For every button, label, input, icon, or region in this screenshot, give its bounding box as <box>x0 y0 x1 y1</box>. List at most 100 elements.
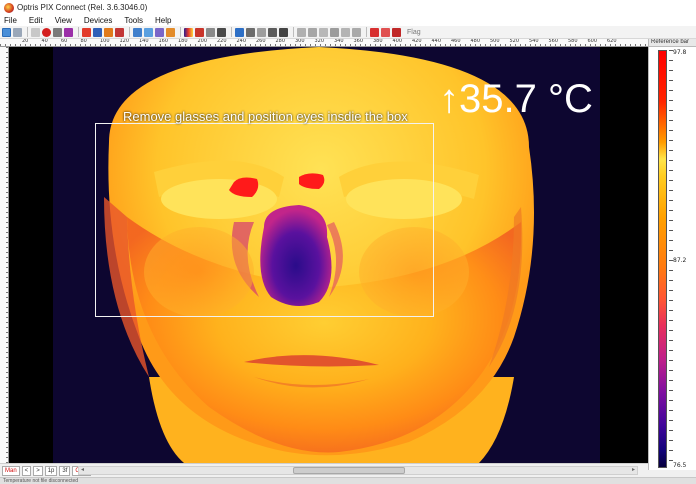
ruler-tick-label: 360 <box>353 39 364 44</box>
title-bar: Optris PIX Connect (Rel. 3.6.3046.0) <box>0 0 696 15</box>
toolbar: Flag <box>0 26 696 39</box>
measure-icon[interactable] <box>235 27 244 37</box>
alarm-1-icon[interactable] <box>370 27 379 37</box>
menu-tools[interactable]: Tools <box>123 16 144 25</box>
tools-icon[interactable] <box>279 27 288 37</box>
ruler-tick-label: 600 <box>587 39 598 44</box>
snapshot-icon[interactable] <box>64 27 73 37</box>
menu-file[interactable]: File <box>3 16 18 25</box>
save-icon[interactable] <box>13 27 22 37</box>
view-1-icon[interactable] <box>297 27 306 37</box>
histogram-icon[interactable] <box>155 27 164 37</box>
temp-icon[interactable] <box>206 27 215 37</box>
ruler-tick-label: 20 <box>22 39 29 44</box>
ruler-tick-label: 320 <box>314 39 325 44</box>
temperature-readout: ↑35.7 °C <box>439 77 593 121</box>
toolbar-separator <box>180 27 181 37</box>
layout-1-icon[interactable] <box>82 27 91 37</box>
scroll-thumb[interactable] <box>293 467 405 474</box>
menu-help[interactable]: Help <box>154 16 172 25</box>
ruler-left <box>0 47 9 463</box>
reference-color-bar[interactable] <box>658 50 667 468</box>
reference-max-value: 97.8 <box>673 49 687 56</box>
ruler-tick-label: 240 <box>236 39 247 44</box>
ruler-tick-label: 80 <box>80 39 87 44</box>
one-p-button[interactable]: 1p <box>44 465 58 476</box>
ruler-tick-label: 280 <box>275 39 286 44</box>
layout-2-icon[interactable] <box>93 27 102 37</box>
ruler-tick-label: 160 <box>158 39 169 44</box>
instruction-label: Remove glasses and position eyes insdie … <box>123 109 408 124</box>
toolbar-separator <box>366 27 367 37</box>
zoom-fit-icon[interactable] <box>257 27 266 37</box>
menu-devices[interactable]: Devices <box>83 16 113 25</box>
toolbar-separator <box>293 27 294 37</box>
view-5-icon[interactable] <box>341 27 350 37</box>
window-title: Optris PIX Connect (Rel. 3.6.3046.0) <box>17 3 148 12</box>
layout-4-icon[interactable] <box>115 27 124 37</box>
toolbar-separator <box>129 27 130 37</box>
menu-edit[interactable]: Edit <box>28 16 44 25</box>
ruler-tick-label: 400 <box>392 39 403 44</box>
ruler-tick-label: 380 <box>373 39 383 44</box>
layout-3-icon[interactable] <box>104 27 113 37</box>
grid-icon[interactable] <box>268 27 277 37</box>
ruler-tick-label: 40 <box>41 39 48 44</box>
bottom-bar: Man < > 1p 3f OPT ◂ ▸ <box>0 463 648 477</box>
ruler-tick-label: 480 <box>470 39 481 44</box>
ruler-tick-label: 340 <box>334 39 344 44</box>
menu-bar: File Edit View Devices Tools Help <box>0 15 696 26</box>
ruler-tick-label: 140 <box>139 39 149 44</box>
alarm-2-icon[interactable] <box>381 27 390 37</box>
ruler-labels: 20 40 60 80 100 120 140 160 180 200 220 240 260 280 30… <box>0 39 648 45</box>
ruler-tick-label: 440 <box>431 39 442 44</box>
crosshair-icon[interactable] <box>246 27 255 37</box>
ruler-tick-label: 100 <box>100 39 110 44</box>
palette-icon[interactable] <box>184 27 193 37</box>
open-icon[interactable] <box>2 27 11 37</box>
view-6-icon[interactable] <box>352 27 361 37</box>
line-icon[interactable] <box>217 27 226 37</box>
play-icon[interactable] <box>31 27 40 37</box>
area-icon[interactable] <box>166 27 175 37</box>
ruler-tick-label: 120 <box>119 39 130 44</box>
reference-min-value: 76.5 <box>673 462 687 469</box>
flag-button[interactable]: Flag <box>407 29 421 36</box>
status-text: Temperature not file disconnected <box>3 478 79 484</box>
ruler-tick-label: 460 <box>451 39 461 44</box>
ruler-tick-label: 200 <box>197 39 208 44</box>
thermal-image[interactable]: Remove glasses and position eyes insdie … <box>9 47 648 463</box>
next-button[interactable]: > <box>33 465 43 476</box>
roi-box[interactable] <box>95 123 434 317</box>
graph-icon[interactable] <box>133 27 142 37</box>
scroll-right-icon[interactable]: ▸ <box>630 467 637 474</box>
stop-icon[interactable] <box>53 27 62 37</box>
alarm-3-icon[interactable] <box>392 27 401 37</box>
view-4-icon[interactable] <box>330 27 339 37</box>
scroll-left-icon[interactable]: ◂ <box>79 467 86 474</box>
ruler-tick-label: 60 <box>61 39 68 44</box>
horizontal-scrollbar[interactable]: ◂ ▸ <box>78 466 638 475</box>
ruler-tick-label: 560 <box>548 39 559 44</box>
ruler-icon[interactable] <box>195 27 204 37</box>
ruler-tick-label: 300 <box>295 39 305 44</box>
reference-bar-title: Reference bar <box>649 39 696 47</box>
app-logo-icon <box>4 2 14 13</box>
status-bar: Temperature not file disconnected <box>0 477 696 484</box>
profile-icon[interactable] <box>144 27 153 37</box>
thermal-view[interactable]: 20 40 60 80 100 120 140 160 180 200 220 240 260 280 30… <box>0 39 648 463</box>
ruler-tick-label: 580 <box>568 39 578 44</box>
record-icon[interactable] <box>42 27 51 37</box>
ruler-tick-label: 220 <box>217 39 227 44</box>
menu-view[interactable]: View <box>54 16 73 25</box>
view-2-icon[interactable] <box>308 27 317 37</box>
ruler-tick-label: 180 <box>178 39 188 44</box>
toolbar-separator <box>231 27 232 37</box>
prev-button[interactable]: < <box>21 465 32 476</box>
view-3-icon[interactable] <box>319 27 328 37</box>
reference-mid-value: 87.2 <box>673 257 687 264</box>
ruler-tick-label: 620 <box>607 39 617 44</box>
three-f-button[interactable]: 3f <box>59 465 71 476</box>
app-window: Optris PIX Connect (Rel. 3.6.3046.0) Fil… <box>0 0 696 484</box>
manual-button[interactable]: Man <box>2 465 20 476</box>
